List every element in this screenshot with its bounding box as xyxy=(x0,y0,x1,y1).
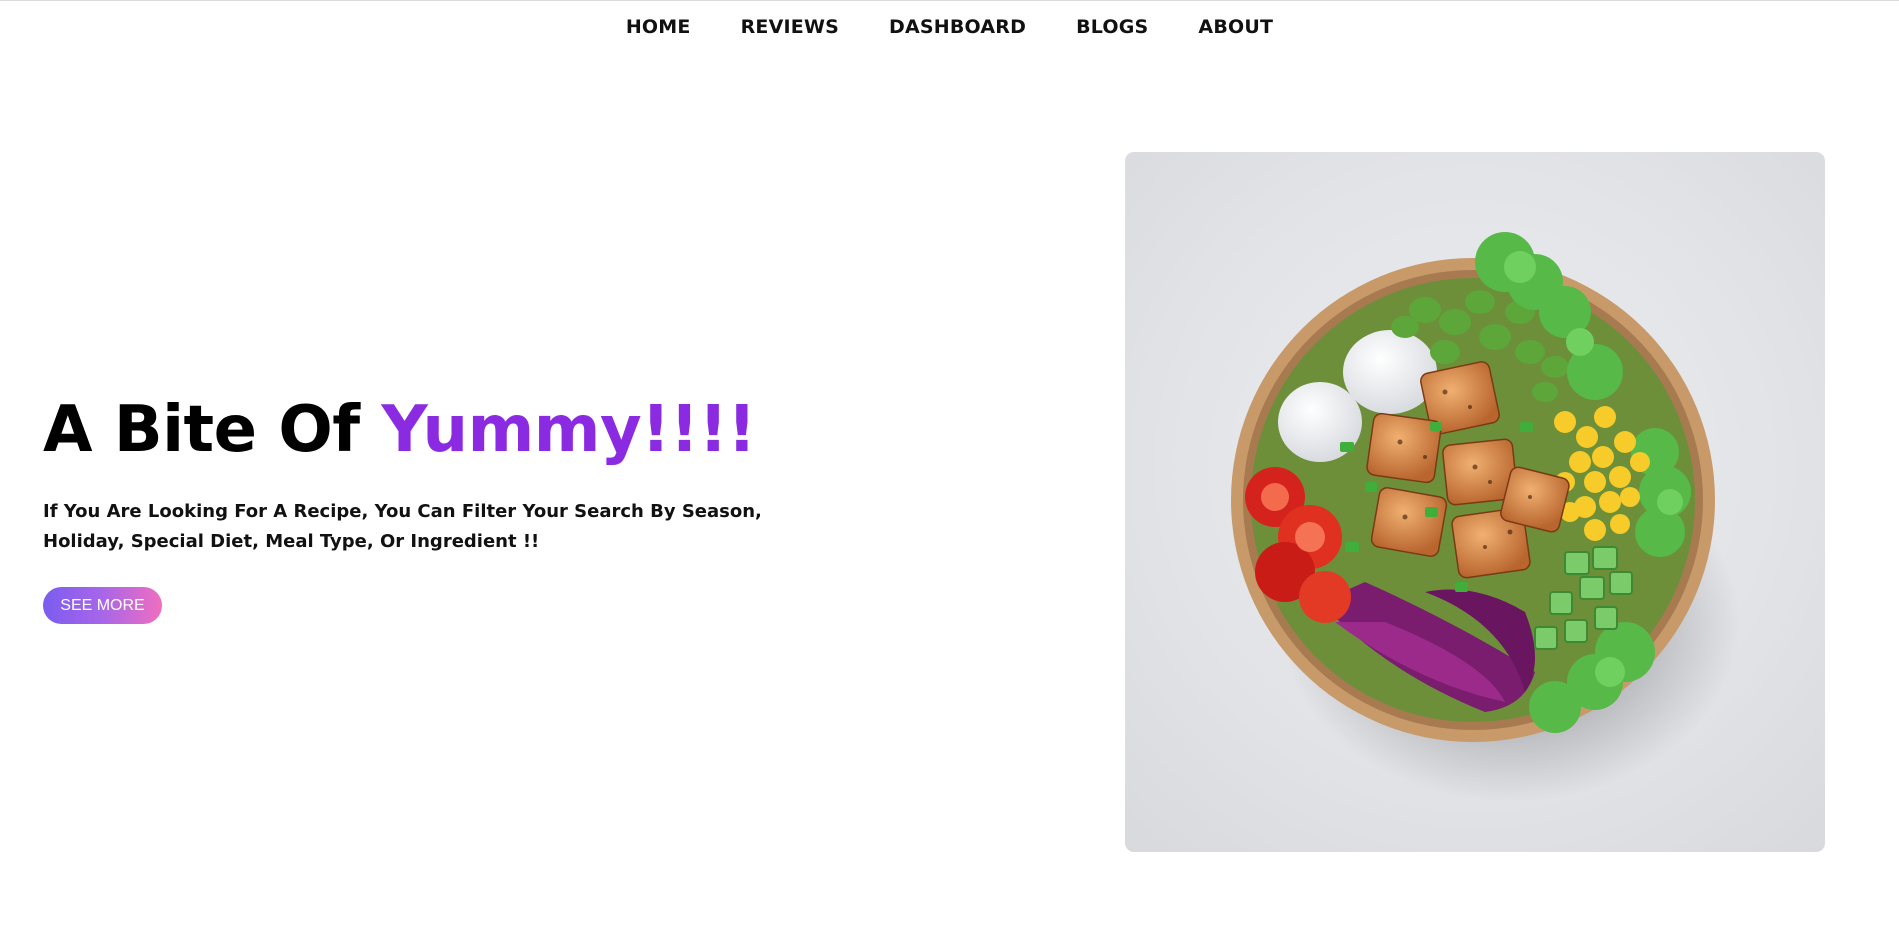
hero-title: A Bite Of Yummy!!!! xyxy=(43,393,803,467)
nav-blogs-link[interactable]: BLOGS xyxy=(1076,16,1148,38)
see-more-button[interactable]: SEE MORE xyxy=(43,587,162,624)
nav-about-link[interactable]: ABOUT xyxy=(1198,16,1273,38)
hero-subtitle: If You Are Looking For A Recipe, You Can… xyxy=(43,501,762,552)
hero-title-accent: Yummy!!!! xyxy=(381,393,756,467)
page: HOME REVIEWS DASHBOARD BLOGS ABOUT A Bit… xyxy=(0,0,1899,928)
salad-bowl-image xyxy=(1125,152,1825,852)
top-navigation: HOME REVIEWS DASHBOARD BLOGS ABOUT xyxy=(0,1,1899,53)
nav-home-link[interactable]: HOME xyxy=(626,16,691,38)
salad-bowl-illustration xyxy=(1231,232,1740,802)
hero-text-section: A Bite Of Yummy!!!! If You Are Looking F… xyxy=(43,393,803,624)
hero-title-prefix: A Bite Of xyxy=(43,393,382,467)
nav-dashboard-link[interactable]: DASHBOARD xyxy=(889,16,1026,38)
nav-reviews-link[interactable]: REVIEWS xyxy=(741,16,839,38)
